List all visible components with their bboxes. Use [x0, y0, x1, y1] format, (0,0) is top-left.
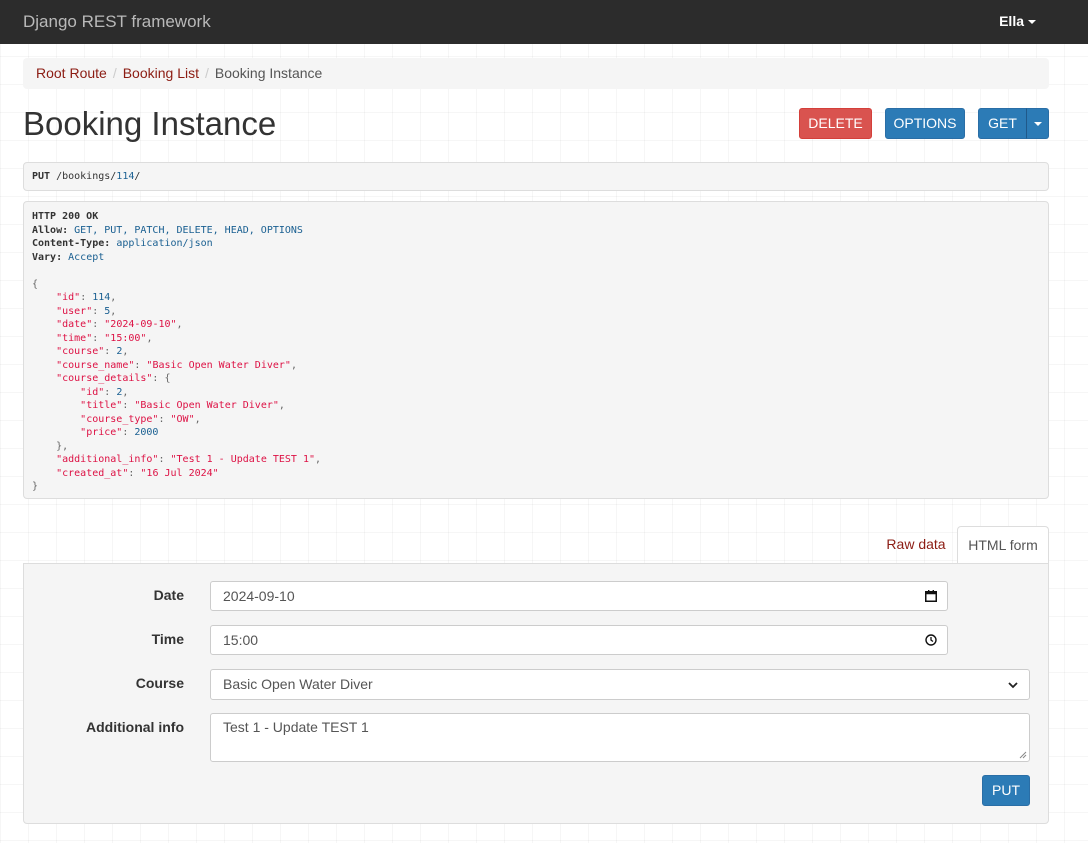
- course-select-value: Basic Open Water Diver: [223, 676, 373, 692]
- user-name: Ella: [999, 13, 1024, 29]
- date-input-value: 2024-09-10: [223, 588, 295, 604]
- request-path-suffix: /: [134, 171, 141, 182]
- response-status: HTTP 200 OK: [32, 211, 99, 222]
- date-label: Date: [153, 587, 184, 603]
- breadcrumb-booking-list[interactable]: Booking List: [123, 65, 199, 81]
- course-select[interactable]: Basic Open Water Diver: [210, 669, 1030, 700]
- user-menu[interactable]: Ella: [999, 13, 1036, 29]
- get-format-dropdown[interactable]: [1026, 108, 1049, 139]
- clock-icon[interactable]: [925, 634, 937, 646]
- header-name: Vary:: [32, 251, 63, 263]
- html-form-panel: Date 2024-09-10 Time 15:00 Course Basic …: [23, 563, 1049, 824]
- header-value: GET, PUT, PATCH, DELETE, HEAD, OPTIONS: [74, 224, 303, 236]
- json-course-type: OW: [176, 413, 189, 425]
- course-label: Course: [135, 675, 184, 691]
- header-name: Allow:: [32, 224, 69, 236]
- navbar: Django REST framework Ella: [0, 0, 1088, 44]
- json-course-details-title: Basic Open Water Diver: [140, 400, 273, 411]
- header-name: Content-Type:: [32, 238, 111, 249]
- time-label: Time: [151, 631, 184, 647]
- breadcrumb: Root Route / Booking List / Booking Instance: [23, 58, 1049, 89]
- breadcrumb-current: Booking Instance: [214, 65, 323, 81]
- caret-down-icon: [1033, 122, 1042, 127]
- put-button[interactable]: PUT: [982, 775, 1030, 806]
- request-line: PUT /bookings/114/: [23, 162, 1049, 191]
- breadcrumb-separator: /: [112, 65, 117, 81]
- json-created-at: 16 Jul 2024: [146, 467, 213, 479]
- additional-info-value: Test 1 - Update TEST 1: [223, 719, 369, 735]
- json-date: 2024-09-10: [110, 319, 171, 330]
- tab-raw-data[interactable]: Raw data: [876, 526, 956, 564]
- chevron-down-icon: [1008, 682, 1018, 689]
- header-value: application/json: [116, 238, 213, 249]
- brand[interactable]: Django REST framework: [23, 12, 211, 32]
- json-course-name: Basic Open Water Diver: [152, 359, 285, 371]
- json-id: 114: [92, 292, 111, 303]
- breadcrumb-separator: /: [205, 65, 209, 81]
- request-method: PUT: [32, 171, 51, 182]
- json-time: 15:00: [110, 332, 141, 344]
- additional-info-label: Additional info: [86, 719, 184, 735]
- caret-down-icon: [1028, 20, 1036, 25]
- additional-info-textarea[interactable]: Test 1 - Update TEST 1: [210, 713, 1030, 762]
- time-input[interactable]: 15:00: [210, 625, 948, 655]
- request-path-id-link[interactable]: 114: [116, 171, 134, 182]
- options-button[interactable]: OPTIONS: [885, 108, 965, 139]
- response-content: HTTP 200 OK Allow: GET, PUT, PATCH, DELE…: [23, 201, 1049, 499]
- time-input-value: 15:00: [223, 632, 259, 648]
- breadcrumb-root-route[interactable]: Root Route: [36, 65, 107, 81]
- date-input[interactable]: 2024-09-10: [210, 581, 948, 611]
- header-value: Accept: [68, 251, 105, 263]
- request-path-prefix: /bookings/: [50, 171, 117, 182]
- page-title: Booking Instance: [23, 105, 277, 142]
- calendar-icon[interactable]: [925, 590, 937, 602]
- delete-button[interactable]: DELETE: [799, 108, 872, 139]
- tab-html-form[interactable]: HTML form: [957, 526, 1049, 564]
- get-button[interactable]: GET: [978, 108, 1027, 139]
- json-additional-info: Test 1 - Update TEST 1: [176, 454, 309, 465]
- json-price: 2000: [134, 427, 159, 438]
- resize-handle-icon[interactable]: [1019, 751, 1027, 759]
